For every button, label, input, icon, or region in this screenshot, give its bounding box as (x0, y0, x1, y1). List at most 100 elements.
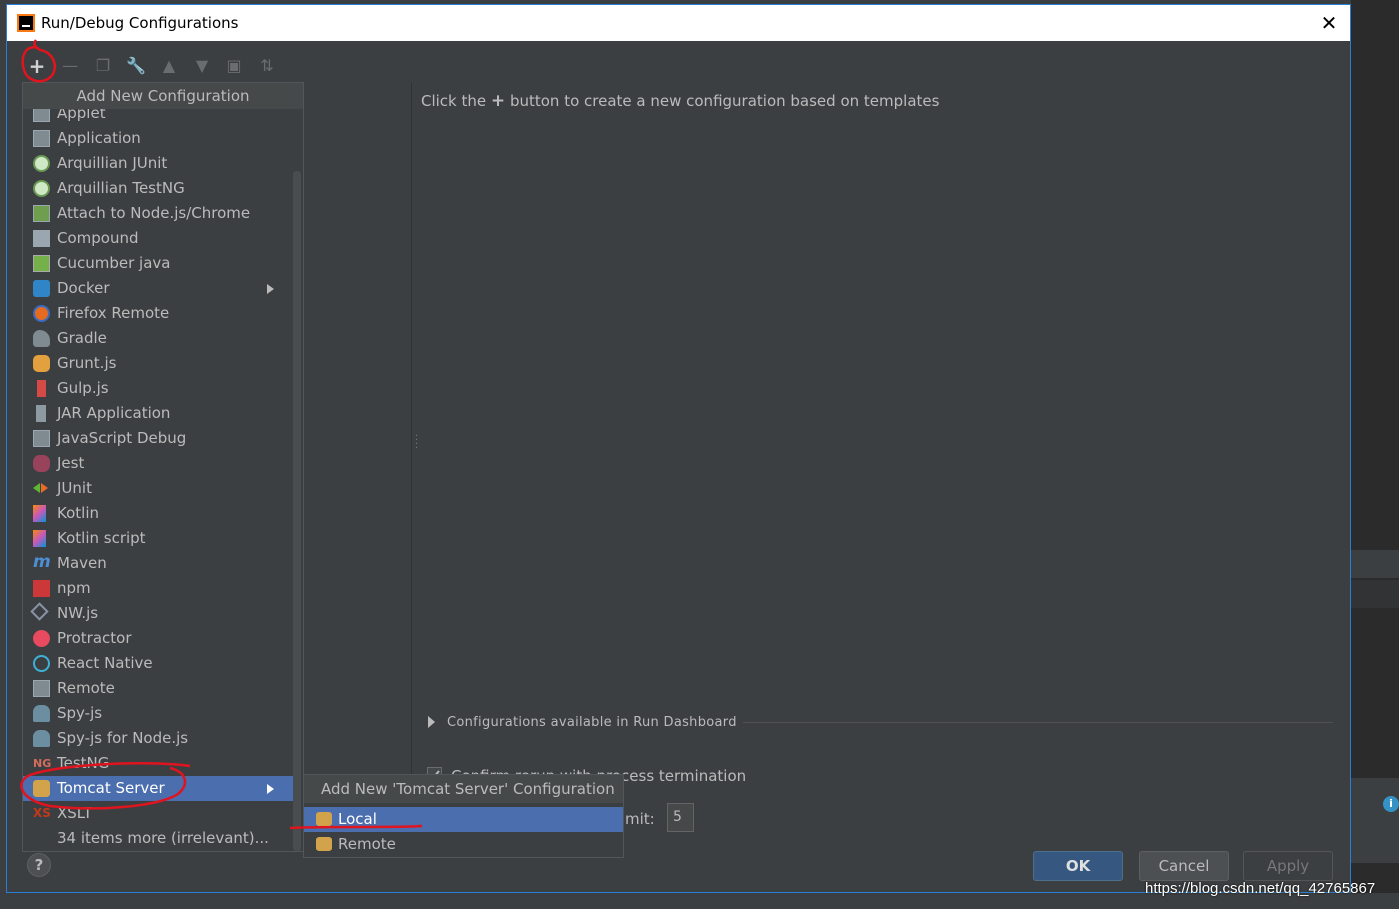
spyjs-icon (33, 730, 50, 747)
sort-icon[interactable]: ⇅ (256, 55, 278, 77)
popup-item-label: Compound (57, 229, 139, 247)
xslt-icon: XS (33, 806, 51, 820)
empty-hint: Click the + button to create a new confi… (421, 91, 939, 111)
spyjs-icon (33, 705, 50, 722)
popup-item-gulp-js[interactable]: Gulp.js (23, 376, 293, 401)
wrench-icon[interactable]: 🔧 (125, 55, 147, 77)
apply-button[interactable]: Apply (1243, 851, 1333, 881)
submenu-item-local[interactable]: Local (304, 807, 623, 832)
nwjs-icon (30, 602, 49, 621)
popup-item-nw-js[interactable]: NW.js (23, 601, 293, 626)
popup-item-kotlin[interactable]: Kotlin (23, 501, 293, 526)
popup-item-spy-js-for-node-js[interactable]: Spy-js for Node.js (23, 726, 293, 751)
popup-item-label: Spy-js for Node.js (57, 729, 189, 747)
popup-item-label: Application (57, 129, 141, 147)
popup-item-arquillian-junit[interactable]: Arquillian JUnit (23, 151, 293, 176)
splitter-handle[interactable]: · · · · (415, 432, 418, 454)
close-button[interactable]: ✕ (1315, 9, 1343, 37)
popup-item-34-items-more-irrelevant[interactable]: 34 items more (irrelevant)... (23, 826, 293, 851)
popup-item-grunt-js[interactable]: Grunt.js (23, 351, 293, 376)
move-down-icon[interactable]: ▼ (191, 55, 213, 77)
tomcat-icon (316, 837, 332, 851)
popup-item-junit[interactable]: JUnit (23, 476, 293, 501)
add-icon[interactable]: + (26, 55, 48, 77)
popup-item-label: NW.js (57, 604, 99, 622)
popup-item-label: JavaScript Debug (57, 429, 187, 447)
help-button[interactable]: ? (27, 853, 51, 877)
popup-item-remote[interactable]: Remote (23, 676, 293, 701)
move-up-icon[interactable]: ▲ (158, 55, 180, 77)
compound-icon (33, 230, 50, 247)
popup-item-label: Arquillian TestNG (57, 179, 185, 197)
popup-item-label: Remote (57, 679, 115, 697)
kotlin-icon (33, 530, 46, 547)
popup-item-label: XSLT (57, 804, 93, 822)
popup-item-spy-js[interactable]: Spy-js (23, 701, 293, 726)
popup-item-docker[interactable]: Docker (23, 276, 293, 301)
popup-item-label: JAR Application (57, 404, 171, 422)
folder-icon[interactable]: ▣ (223, 55, 245, 77)
info-icon[interactable]: i (1383, 796, 1399, 812)
popup-item-label: Arquillian JUnit (57, 154, 168, 172)
popup-item-label: TestNG (57, 754, 110, 772)
popup-item-application[interactable]: Application (23, 126, 293, 151)
ide-band (1351, 778, 1399, 863)
popup-item-protractor[interactable]: Protractor (23, 626, 293, 651)
ide-band (1351, 580, 1399, 608)
temp-limit-input[interactable]: 5 (667, 803, 694, 832)
popup-item-label: Gradle (57, 329, 107, 347)
run-dashboard-section[interactable]: Configurations available in Run Dashboar… (447, 715, 737, 730)
popup-item-label: JUnit (57, 479, 92, 497)
popup-item-maven[interactable]: m Maven (23, 551, 293, 576)
popup-item-label: Spy-js (57, 704, 103, 722)
ide-band (1351, 550, 1399, 578)
cancel-button[interactable]: Cancel (1139, 851, 1229, 881)
popup-item-testng[interactable]: NG TestNG (23, 751, 293, 776)
submenu-item-remote[interactable]: Remote (304, 832, 623, 857)
popup-item-label: Docker (57, 279, 110, 297)
ok-button[interactable]: OK (1033, 851, 1123, 881)
popup-item-label: Grunt.js (57, 354, 117, 372)
remove-icon[interactable]: — (59, 55, 81, 77)
jest-icon (33, 455, 50, 472)
watermark: https://blog.csdn.net/qq_42765867 (1145, 880, 1376, 897)
firefox-icon (33, 305, 50, 322)
copy-icon[interactable]: ❐ (92, 55, 114, 77)
remote-icon (33, 680, 50, 697)
separator (743, 722, 1333, 723)
popup-item-javascript-debug[interactable]: JavaScript Debug (23, 426, 293, 451)
popup-item-label: Jest (57, 454, 85, 472)
popup-item-xslt[interactable]: XS XSLT (23, 801, 293, 826)
submenu-arrow-icon (267, 284, 274, 294)
tomcat-icon (316, 812, 332, 826)
maven-icon: m (33, 552, 51, 572)
popup-item-npm[interactable]: npm (23, 576, 293, 601)
application-icon (33, 130, 50, 147)
cucumber-icon (33, 255, 50, 272)
popup-item-jar-application[interactable]: JAR Application (23, 401, 293, 426)
popup-item-kotlin-script[interactable]: Kotlin script (23, 526, 293, 551)
tomcat-submenu: Add New 'Tomcat Server' Configuration Lo… (303, 774, 624, 858)
popup-item-cucumber-java[interactable]: Cucumber java (23, 251, 293, 276)
popup-item-label: Kotlin script (57, 529, 146, 547)
temp-limit-label: mit: (625, 810, 655, 828)
submenu-arrow-icon (267, 784, 274, 794)
popup-item-attach-to-node-js-chrome[interactable]: Attach to Node.js/Chrome (23, 201, 293, 226)
popup-item-react-native[interactable]: React Native (23, 651, 293, 676)
submenu-item-label: Local (338, 810, 377, 828)
title-bar: Run/Debug Configurations ✕ (7, 5, 1350, 41)
npm-icon (33, 580, 50, 597)
popup-item-tomcat-server[interactable]: Tomcat Server (23, 776, 293, 801)
nodejs-icon (33, 205, 50, 222)
gulp-icon (37, 380, 46, 397)
popup-item-label: Cucumber java (57, 254, 171, 272)
popup-item-compound[interactable]: Compound (23, 226, 293, 251)
expand-arrow-icon[interactable] (428, 716, 435, 728)
popup-item-jest[interactable]: Jest (23, 451, 293, 476)
popup-item-label: Protractor (57, 629, 132, 647)
popup-item-label: Kotlin (57, 504, 99, 522)
popup-scrollbar[interactable] (293, 171, 301, 851)
popup-item-gradle[interactable]: Gradle (23, 326, 293, 351)
popup-item-firefox-remote[interactable]: Firefox Remote (23, 301, 293, 326)
popup-item-arquillian-testng[interactable]: Arquillian TestNG (23, 176, 293, 201)
